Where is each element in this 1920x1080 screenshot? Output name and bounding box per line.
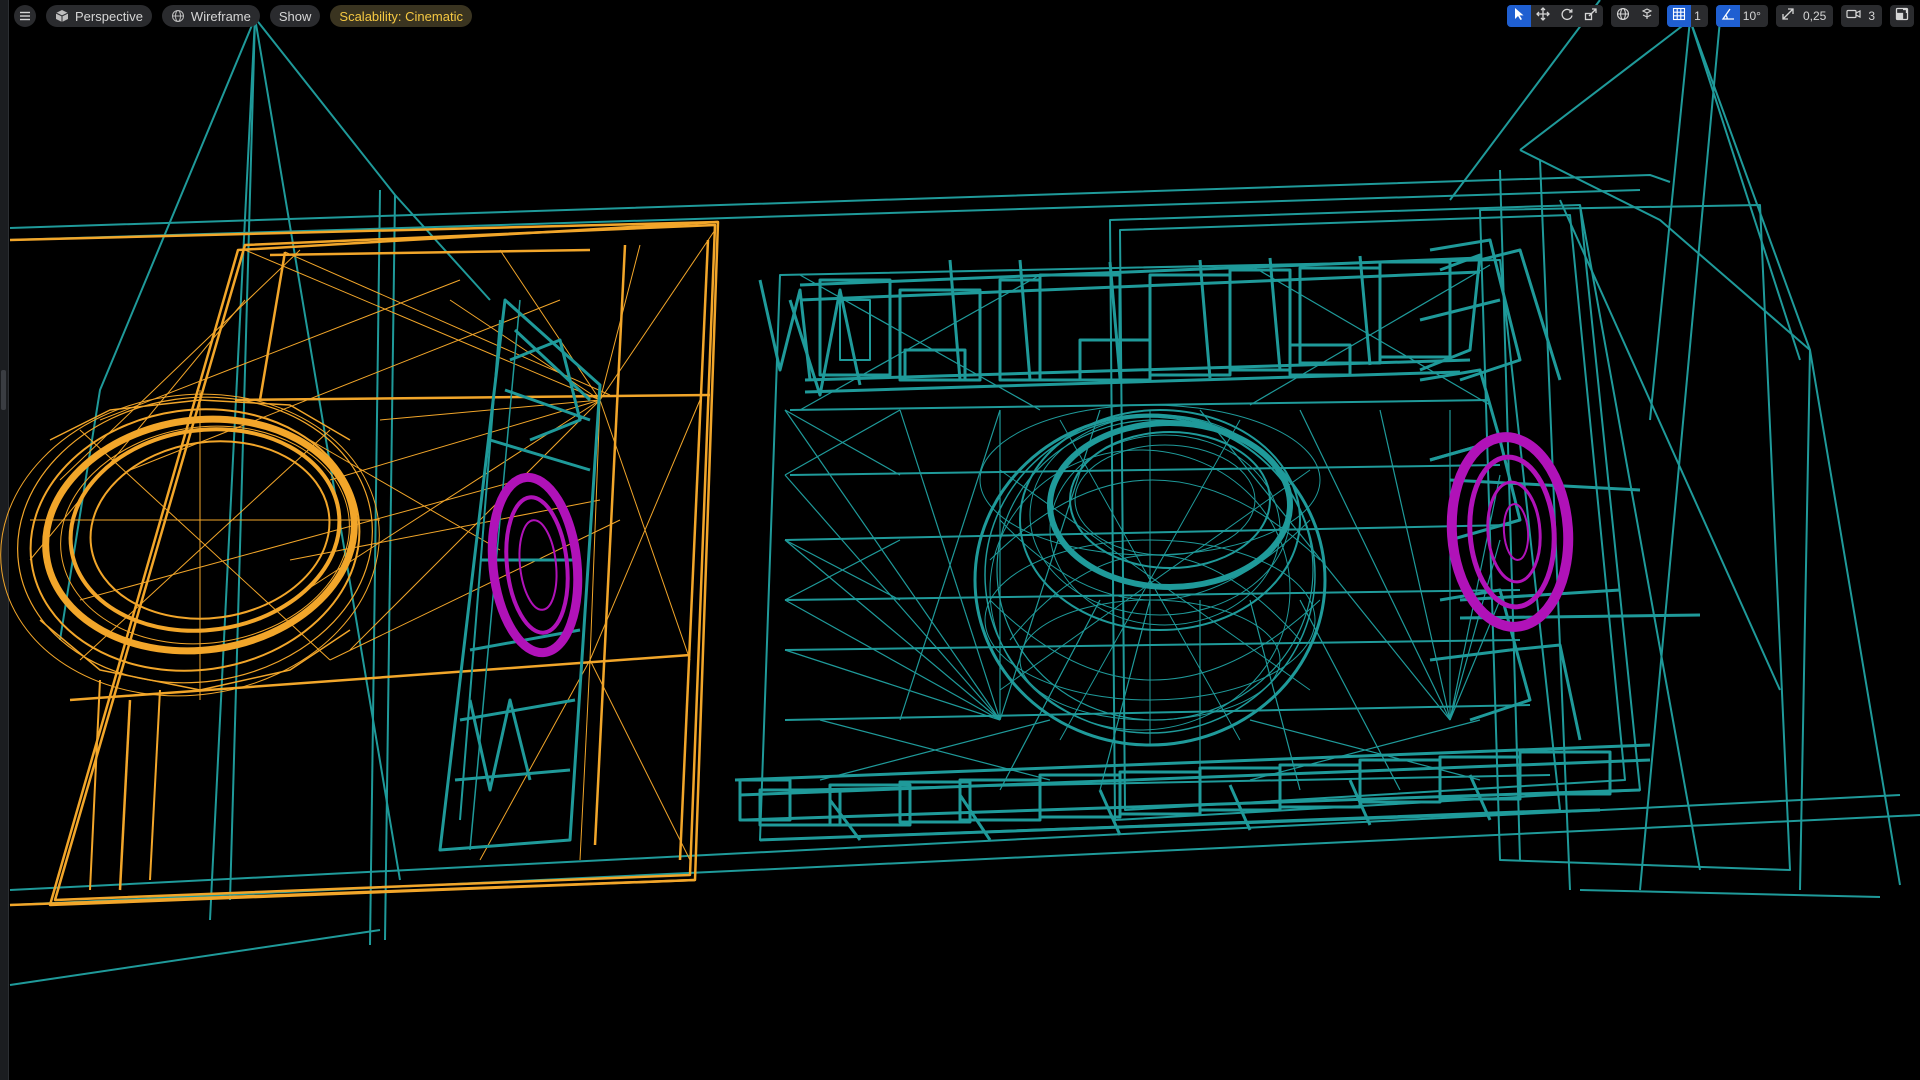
rotate-icon	[1560, 7, 1574, 26]
rotation-snap-group: 10°	[1715, 5, 1768, 27]
camera-speed-value[interactable]: 3	[1865, 5, 1882, 27]
wireframe-sphere-icon	[171, 9, 185, 23]
angle-icon	[1721, 7, 1735, 26]
select-tool-button[interactable]	[1507, 5, 1532, 27]
rotation-snap-toggle[interactable]	[1715, 5, 1740, 27]
surface-snap-icon	[1640, 7, 1654, 26]
camera-speed-button[interactable]	[1841, 5, 1865, 27]
scalability-button[interactable]: Scalability: Cinematic	[330, 5, 472, 27]
scale-snap-group: 0,25	[1775, 5, 1834, 27]
surface-snapping-button[interactable]	[1635, 5, 1659, 27]
globe-icon	[1616, 7, 1630, 26]
world-space-button[interactable]	[1611, 5, 1635, 27]
translate-tool-button[interactable]	[1531, 5, 1555, 27]
central-sphere-wires	[973, 404, 1327, 747]
scalability-label: Scalability: Cinematic	[339, 8, 463, 24]
camera-icon	[1846, 7, 1861, 25]
move-arrows-icon	[1536, 6, 1551, 26]
scale-icon	[1584, 7, 1598, 26]
show-label: Show	[278, 8, 312, 24]
scale-tool-button[interactable]	[1579, 5, 1603, 27]
perspective-button[interactable]: Perspective	[46, 5, 152, 27]
grid-snap-value[interactable]: 1	[1691, 5, 1708, 27]
scale-snap-value[interactable]: 0,25	[1800, 5, 1833, 27]
grid-icon	[1672, 7, 1686, 26]
wireframe-scene[interactable]	[0, 0, 1920, 1080]
grid-snap-group: 1	[1667, 5, 1708, 27]
maximize-viewport-button[interactable]	[1890, 5, 1914, 27]
viewport-menu-button[interactable]	[14, 5, 36, 27]
show-button[interactable]: Show	[269, 5, 321, 27]
view-mode-label: Wireframe	[190, 8, 251, 24]
level-viewport[interactable]: Perspective Wireframe Show Scalability: …	[0, 0, 1920, 1080]
maximize-group	[1890, 5, 1914, 27]
hamburger-menu-icon	[19, 11, 31, 21]
camera-speed-group: 3	[1841, 5, 1882, 27]
orange-room-wires	[9, 220, 720, 907]
top-furniture-wires	[758, 253, 1482, 397]
scale-snap-icon	[1781, 7, 1795, 26]
transform-tools-group	[1507, 5, 1604, 27]
orange-ring-wires	[0, 390, 380, 891]
viewport-toolbar-right: 1 10° 0,25 3	[1507, 5, 1914, 27]
teal-frame-wires	[9, 0, 1920, 986]
rotation-snap-value[interactable]: 10°	[1740, 5, 1768, 27]
scale-snap-toggle[interactable]	[1776, 5, 1800, 27]
bottom-furniture-wires	[734, 743, 1651, 842]
cursor-arrow-icon	[1513, 7, 1525, 26]
grid-snap-toggle[interactable]	[1667, 5, 1692, 27]
view-mode-button[interactable]: Wireframe	[161, 5, 260, 27]
rotate-tool-button[interactable]	[1555, 5, 1579, 27]
maximize-icon	[1895, 7, 1909, 26]
cube-icon	[55, 9, 69, 23]
viewport-toolbar-left: Perspective Wireframe Show Scalability: …	[14, 5, 472, 27]
perspective-label: Perspective	[75, 8, 143, 24]
coordinate-space-group	[1611, 5, 1660, 27]
